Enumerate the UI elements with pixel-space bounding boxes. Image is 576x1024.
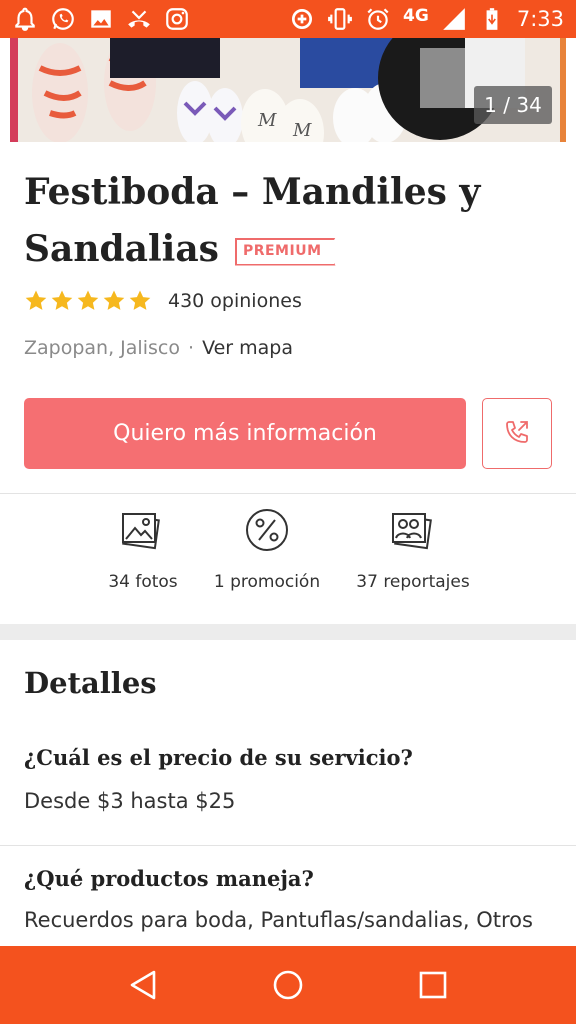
location-separator: ·	[188, 337, 195, 359]
svg-text:M: M	[257, 110, 277, 131]
system-nav-bar	[0, 946, 576, 1024]
albums-icon	[389, 506, 437, 554]
rating-stars	[24, 289, 152, 313]
photos-icon	[119, 506, 167, 554]
details-answer-price: Desde $3 hasta $25	[24, 789, 236, 813]
vibrate-icon	[327, 6, 353, 32]
star-icon	[129, 290, 151, 310]
request-info-button[interactable]: Quiero más información	[24, 398, 466, 469]
reviews-count[interactable]: 430 opiniones	[168, 290, 302, 312]
details-question-price: ¿Cuál es el precio de su servicio?	[24, 745, 413, 770]
gallery-counter: 1 / 34	[474, 86, 552, 124]
star-icon	[103, 290, 125, 310]
back-icon[interactable]	[123, 965, 163, 1005]
stat-promotions-label: 1 promoción	[213, 572, 321, 592]
star-icon	[77, 290, 99, 310]
star-icon	[25, 290, 47, 310]
status-bar: 4G 7:33	[0, 0, 576, 38]
stat-promotions[interactable]: 1 promoción	[207, 506, 327, 592]
details-title: Detalles	[24, 666, 157, 700]
rating-row[interactable]: 430 opiniones	[24, 289, 302, 313]
vendor-title: Festiboda – Mandiles y Sandalias PREMIUM	[24, 164, 554, 278]
percent-icon	[243, 506, 291, 554]
map-link[interactable]: Ver mapa	[202, 337, 293, 359]
battery-icon	[479, 6, 505, 32]
vendor-title-line1: Festiboda – Mandiles y	[24, 171, 481, 213]
section-separator	[0, 624, 576, 640]
divider	[0, 845, 576, 846]
details-question-products: ¿Qué productos maneja?	[24, 866, 314, 891]
whatsapp-icon	[50, 6, 76, 32]
stat-photos-label: 34 fotos	[108, 572, 178, 592]
recents-icon[interactable]	[413, 965, 453, 1005]
home-icon[interactable]	[268, 965, 308, 1005]
image-icon	[88, 6, 114, 32]
notification-bell-icon	[12, 6, 38, 32]
star-icon	[51, 290, 73, 310]
data-saver-icon	[289, 6, 315, 32]
alarm-icon	[365, 6, 391, 32]
stat-photos[interactable]: 34 fotos	[93, 506, 193, 592]
photo-gallery[interactable]: M M 1 / 34	[0, 38, 576, 142]
gallery-next-edge	[560, 38, 566, 142]
divider	[0, 493, 576, 494]
missed-call-icon	[126, 6, 152, 32]
instagram-icon	[164, 6, 190, 32]
call-button[interactable]	[482, 398, 552, 469]
vendor-title-line2: Sandalias	[24, 228, 219, 270]
stat-reports[interactable]: 37 reportajes	[353, 506, 473, 592]
location-row: Zapopan, Jalisco · Ver mapa	[24, 337, 293, 359]
details-answer-products: Recuerdos para boda, Pantuflas/sandalias…	[24, 908, 533, 932]
location-text: Zapopan, Jalisco	[24, 337, 180, 359]
gallery-prev-edge	[10, 38, 18, 142]
network-type: 4G	[403, 6, 429, 26]
signal-icon	[441, 6, 467, 32]
phone-outgoing-icon	[501, 416, 533, 452]
premium-badge: PREMIUM	[234, 237, 336, 266]
clock: 7:33	[516, 7, 564, 31]
stat-reports-label: 37 reportajes	[356, 572, 470, 592]
stats-row: 34 fotos 1 promoción 37 reportajes	[0, 506, 576, 616]
svg-text:M: M	[292, 120, 312, 141]
